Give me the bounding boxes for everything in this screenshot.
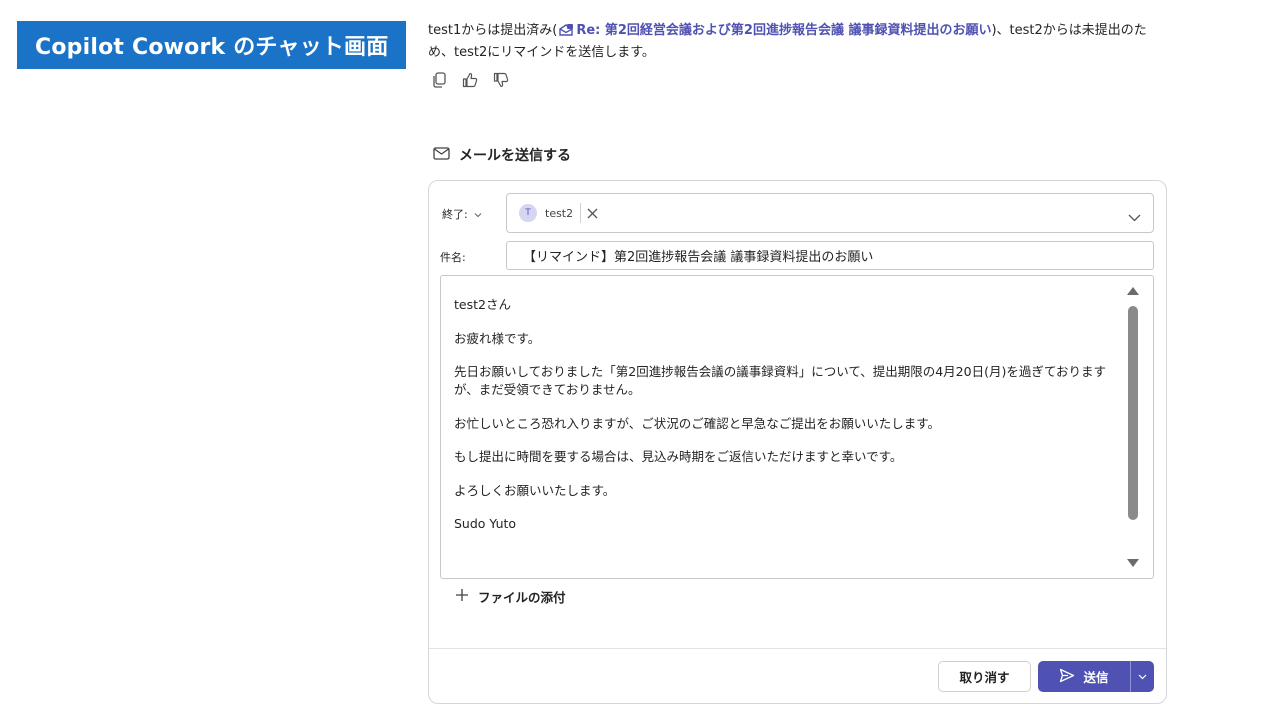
recipient-field[interactable]: T test2 [506, 193, 1154, 233]
scroll-down-arrow-icon[interactable] [1127, 559, 1139, 567]
mail-icon [433, 146, 450, 164]
page-banner: Copilot Cowork のチャット画面 [17, 21, 406, 69]
body-paragraph: お忙しいところ恐れ入りますが、ご状況のご確認と早急なご提出をお願いいたします。 [454, 415, 941, 431]
remove-recipient-icon[interactable] [585, 206, 599, 220]
body-paragraph: お疲れ様です。 [454, 330, 541, 346]
email-reference-link[interactable]: Re: 第2回経営会議および第2回進捗報告会議 議事録資料提出のお願い [576, 23, 991, 38]
message-text-before: test1からは提出済み( [428, 23, 558, 38]
email-body-text[interactable]: test2さん お疲れ様です。 先日お願いしておりました「第2回進捗報告会議の議… [454, 296, 1126, 549]
attach-file-label: ファイルの添付 [478, 590, 566, 605]
recipient-dropdown-icon[interactable] [1128, 207, 1141, 226]
chevron-down-icon [474, 208, 482, 221]
to-label-text: 終了: [442, 208, 468, 221]
banner-title: Copilot Cowork のチャット画面 [35, 35, 389, 60]
message-actions [430, 71, 510, 89]
send-icon [1059, 668, 1075, 686]
subject-label: 件名: [440, 251, 466, 264]
email-section-header: メールを送信する [433, 145, 571, 165]
copy-icon[interactable] [430, 71, 448, 89]
thumbs-up-icon[interactable] [461, 71, 479, 89]
thumbs-down-icon[interactable] [492, 71, 510, 89]
chip-divider [580, 203, 582, 223]
to-label[interactable]: 終了: [442, 206, 482, 222]
body-paragraph: test2さん [454, 297, 511, 312]
send-button[interactable]: 送信 [1038, 661, 1130, 692]
email-body-editor[interactable]: test2さん お疲れ様です。 先日お願いしておりました「第2回進捗報告会議の議… [440, 275, 1154, 579]
scroll-up-arrow-icon[interactable] [1127, 287, 1139, 295]
recipient-name: test2 [545, 206, 574, 220]
body-paragraph: 先日お願いしておりました「第2回進捗報告会議の議事録資料」について、提出期限の4… [454, 364, 1106, 397]
email-reference-icon [558, 23, 574, 43]
avatar: T [519, 204, 537, 222]
plus-icon [455, 588, 469, 605]
scrollbar-thumb[interactable] [1128, 306, 1138, 520]
email-compose-card: 終了: T test2 件名: 【リマインド】第2回進捗報告会議 議事録資料提出… [428, 180, 1167, 704]
send-button-group: 送信 [1038, 661, 1154, 692]
recipient-chip[interactable]: T test2 [519, 201, 599, 225]
chat-message: test1からは提出済み( Re: 第2回経営会議および第2回進捗報告会議 議事録… [428, 21, 1158, 62]
body-paragraph: もし提出に時間を要する場合は、見込み時期をご返信いただけますと幸いです。 [454, 449, 903, 464]
body-paragraph: よろしくお願いいたします。 [454, 482, 616, 498]
email-section-title: メールを送信する [459, 148, 571, 164]
attach-file-button[interactable]: ファイルの添付 [455, 587, 566, 606]
card-divider [429, 648, 1166, 649]
send-label: 送信 [1083, 670, 1109, 685]
subject-input[interactable]: 【リマインド】第2回進捗報告会議 議事録資料提出のお願い [506, 241, 1154, 270]
body-paragraph: Sudo Yuto [454, 516, 517, 531]
cancel-button[interactable]: 取り消す [938, 661, 1031, 692]
send-options-chevron-icon[interactable] [1131, 661, 1154, 692]
